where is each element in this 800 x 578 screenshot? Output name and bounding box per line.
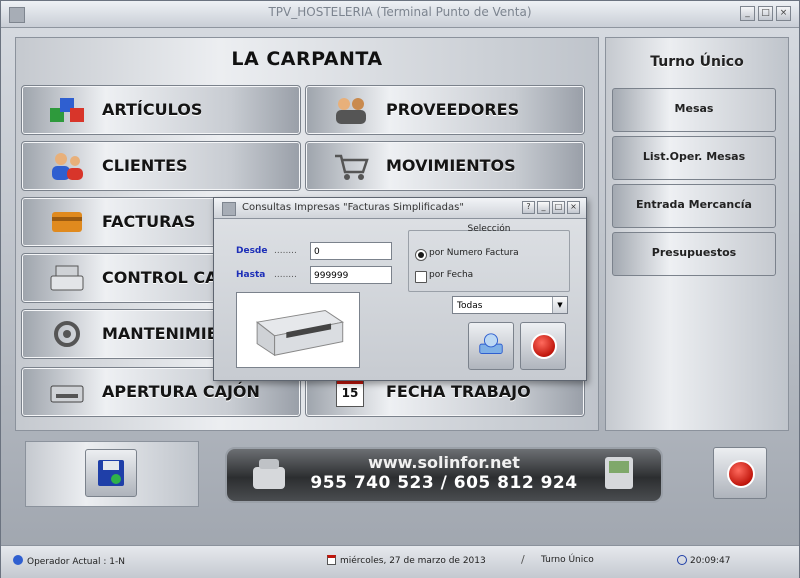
radio-numero-label: por Numero Factura [429,248,519,258]
users-icon [52,153,83,180]
proveedores-label: PROVEEDORES [386,100,520,119]
dialog-close-button[interactable]: × [567,201,580,214]
operator-text: Operador Actual : 1-N [27,557,125,567]
dialog-icon [222,202,236,216]
articulos-label: ARTÍCULOS [102,100,203,119]
clientes-label: CLIENTES [102,156,188,175]
turno-status: Turno Único [541,555,594,565]
preview-button[interactable] [468,322,514,370]
user-icon [13,555,23,565]
gears-icon [54,321,80,347]
entrada-mercancia-button[interactable]: Entrada Mercancía [612,184,776,228]
website-url: www.solinfor.net [368,453,520,472]
list-oper-mesas-label: List.Oper. Mesas [642,150,746,163]
close-button[interactable]: × [776,6,791,21]
preview-icon [479,333,503,354]
date-text: miércoles, 27 de marzo de 2013 [340,556,486,566]
title-bar[interactable]: TPV_HOSTELERIA (Terminal Punto de Venta)… [1,1,799,28]
cash-register-icon [50,265,84,291]
calendar-icon: 15 [336,377,364,407]
mantenimiento-label: MANTENIMIEN [102,324,232,343]
desde-label: Desde [236,246,268,256]
dialog-title: Consultas Impresas "Facturas Simplificad… [242,202,464,213]
dialog-maximize-button[interactable]: □ [552,201,565,214]
hasta-label: Hasta [236,270,266,280]
operator-status: Operador Actual : 1-N [13,555,125,567]
filter-select-value: Todas [457,301,483,311]
floppy-disk-icon [98,460,124,486]
app-window: TPV_HOSTELERIA (Terminal Punto de Venta)… [0,0,800,578]
fecha-trabajo-label: FECHA TRABAJO [386,382,531,401]
suppliers-icon [336,98,366,124]
side-panel: Turno Único Mesas List.Oper. Mesas Entra… [605,37,789,431]
time-status: 20:09:47 [677,555,730,566]
printer-image [236,292,360,368]
cash-drawer-icon [50,385,84,403]
calendar-day: 15 [341,386,359,400]
mobile-phone-icon [605,457,633,489]
cart-icon [335,154,369,180]
power-icon [727,460,755,488]
chevron-down-icon[interactable]: ▼ [552,297,567,313]
maximize-button[interactable]: □ [758,6,773,21]
clientes-button[interactable]: CLIENTES [21,141,301,191]
list-oper-mesas-button[interactable]: List.Oper. Mesas [612,136,776,180]
seleccion-group: Selección por Numero Factura por Fecha [408,224,570,292]
entrada-mercancia-label: Entrada Mercancía [636,198,752,211]
turno-title: Turno Único [650,54,744,70]
facturas-label: FACTURAS [102,212,196,231]
desde-input[interactable]: 0 [310,242,392,260]
consultas-dialog: Consultas Impresas "Facturas Simplificad… [213,197,587,381]
dialog-power-icon [531,333,557,359]
articulos-button[interactable]: ARTÍCULOS [21,85,301,135]
dialog-minimize-button[interactable]: _ [537,201,550,214]
desde-dots: ........ [274,246,297,256]
control-caja-label: CONTROL CA [102,268,218,287]
calendar-small-icon [327,555,336,565]
window-title: TPV_HOSTELERIA (Terminal Punto de Venta) [268,5,532,19]
movimientos-label: MOVIMIENTOS [386,156,516,175]
presupuestos-label: Presupuestos [651,246,737,259]
filter-select[interactable]: Todas ▼ [452,296,568,314]
radio-fecha[interactable] [415,271,427,283]
radio-fecha-label: por Fecha [429,270,474,280]
contact-banner: www.solinfor.net 955 740 523 / 605 812 9… [225,447,663,503]
cubes-icon [50,98,84,122]
dialog-exit-button[interactable] [520,322,566,370]
save-button[interactable] [85,449,137,497]
minimize-button[interactable]: _ [740,6,755,21]
status-separator: / [521,553,525,566]
presupuestos-button[interactable]: Presupuestos [612,232,776,276]
exit-button[interactable] [713,447,767,499]
invoice-icon [52,212,82,232]
proveedores-button[interactable]: PROVEEDORES [305,85,585,135]
status-bar: Operador Actual : 1-N miércoles, 27 de m… [1,545,799,578]
apertura-cajon-label: APERTURA CAJÓN [102,382,260,401]
dialog-help-button[interactable]: ? [522,201,535,214]
mesas-label: Mesas [674,102,714,115]
clock-icon [677,555,687,565]
time-text: 20:09:47 [690,556,731,566]
phone-numbers: 955 740 523 / 605 812 924 [310,473,578,493]
shop-name: LA CARPANTA [231,48,383,70]
radio-numero-factura[interactable] [415,249,427,261]
date-status: miércoles, 27 de marzo de 2013 [327,555,486,566]
seleccion-title: Selección [467,224,511,234]
printer-icon [255,310,344,357]
movimientos-button[interactable]: MOVIMIENTOS [305,141,585,191]
mesas-button[interactable]: Mesas [612,88,776,132]
dialog-title-bar[interactable]: Consultas Impresas "Facturas Simplificad… [214,198,586,219]
hasta-dots: ........ [274,270,297,280]
hasta-input[interactable]: 999999 [310,266,392,284]
